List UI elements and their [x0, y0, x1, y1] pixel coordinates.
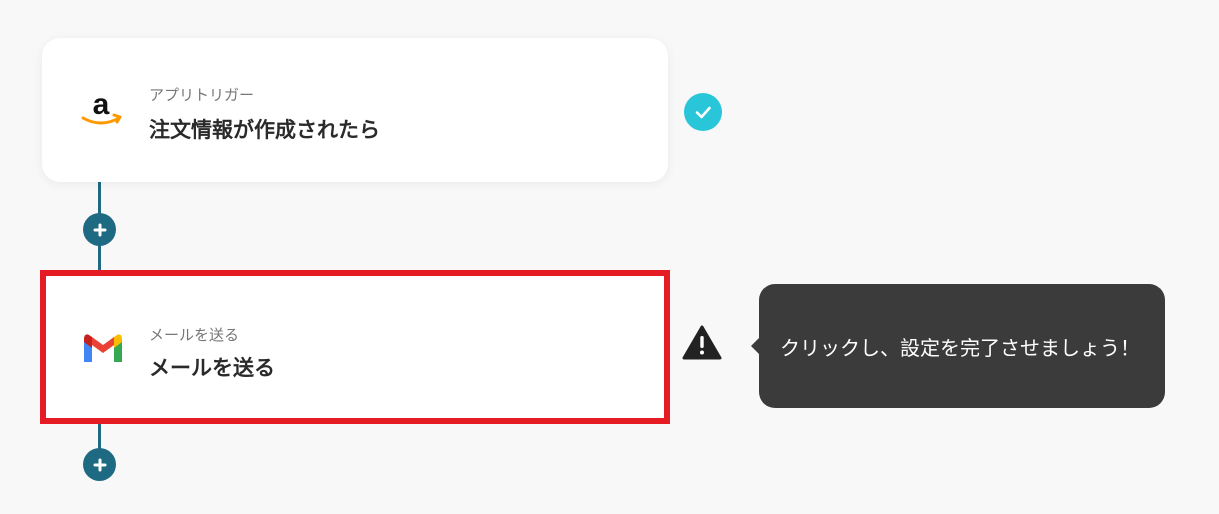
- plus-icon: [93, 223, 107, 237]
- setup-hint-tooltip: クリックし、設定を完了させましょう！: [759, 284, 1165, 408]
- amazon-logo-icon: a: [76, 85, 126, 135]
- plus-icon: [93, 458, 107, 472]
- trigger-step-title: 注文情報が作成されたら: [149, 118, 380, 142]
- warning-icon: [682, 325, 722, 365]
- gmail-logo-icon: [78, 324, 128, 374]
- trigger-step-card[interactable]: a アプリトリガー 注文情報が作成されたら: [42, 38, 668, 182]
- add-step-button[interactable]: [83, 213, 116, 246]
- check-icon: [684, 93, 722, 131]
- add-step-button[interactable]: [83, 448, 116, 481]
- action-step-title: メールを送る: [149, 356, 275, 380]
- svg-text:a: a: [93, 88, 110, 121]
- tooltip-text: クリックし、設定を完了させましょう！: [780, 335, 1140, 360]
- action-step-subtitle: メールを送る: [149, 326, 240, 344]
- action-step-card[interactable]: メールを送る メールを送る: [40, 270, 670, 424]
- trigger-step-subtitle: アプリトリガー: [149, 86, 255, 104]
